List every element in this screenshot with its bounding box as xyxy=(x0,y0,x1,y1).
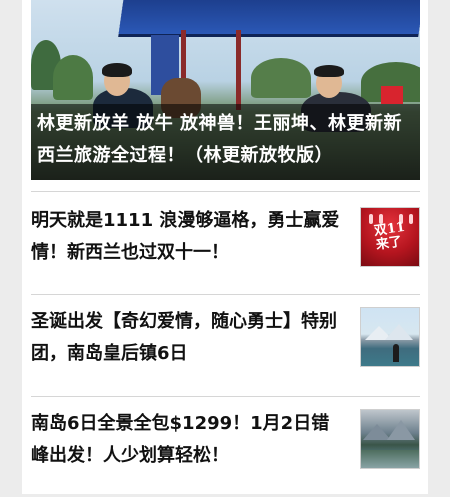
list-item[interactable]: 明天就是1111 浪漫够逼格，勇士赢爱情！新西兰也过双十一！ 双11来了 xyxy=(31,192,420,292)
list-item-thumbnail xyxy=(360,307,420,367)
thumbnail-logo-text: 双11来了 xyxy=(373,219,407,253)
tree-shape xyxy=(53,55,93,100)
lake-shape xyxy=(361,450,419,468)
wagon-canopy xyxy=(118,0,420,34)
tree-shape xyxy=(251,58,311,98)
article-list-page: 林更新放羊 放牛 放神兽！王丽坤、林更新新西兰旅游全过程！（林更新放牧版） 明天… xyxy=(22,0,428,494)
person-left-hair xyxy=(102,63,132,77)
red-flag-shape xyxy=(381,86,403,104)
hero-banner[interactable]: 林更新放羊 放牛 放神兽！王丽坤、林更新新西兰旅游全过程！（林更新放牧版） xyxy=(31,0,420,180)
mountain-shape xyxy=(385,324,413,340)
mountain-shape xyxy=(387,420,415,440)
wagon-pole xyxy=(236,30,241,110)
list-item[interactable]: 圣诞出发【奇幻爱情，随心勇士】特别团，南岛皇后镇6日 xyxy=(31,295,420,395)
list-item-thumbnail: 双11来了 xyxy=(360,207,420,267)
lamp-shape xyxy=(369,214,373,224)
list-item[interactable]: 南岛6日全景全包$1299！1月2日错峰出发！人少划算轻松！ xyxy=(31,397,420,497)
person-right-hair xyxy=(314,65,344,77)
list-item-thumbnail xyxy=(360,409,420,469)
hero-caption: 林更新放羊 放牛 放神兽！王丽坤、林更新新西兰旅游全过程！（林更新放牧版） xyxy=(37,113,403,166)
list-item-title: 圣诞出发【奇幻爱情，随心勇士】特别团，南岛皇后镇6日 xyxy=(31,311,337,364)
list-item-title: 明天就是1111 浪漫够逼格，勇士赢爱情！新西兰也过双十一！ xyxy=(31,210,340,263)
person-shape xyxy=(393,344,399,362)
list-item-title: 南岛6日全景全包$1299！1月2日错峰出发！人少划算轻松！ xyxy=(31,413,330,466)
